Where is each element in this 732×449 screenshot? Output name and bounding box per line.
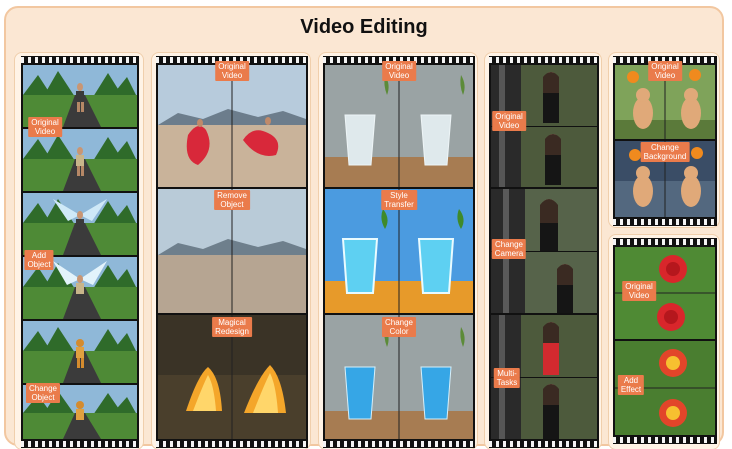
label-original-video: Original Video [28,117,62,137]
panel-beach: Original Video Remove Object Magical Redesi… [151,52,311,449]
beach-frame-original [158,65,306,187]
filmstrip-rose [613,238,717,444]
label-style-transfer: Style Transfer [381,190,417,210]
label-original-video: Original Video [215,61,249,81]
panel-runner: Original Video Add Object Change Object [14,52,144,449]
panel-rose: Original Video Add Effect [608,234,720,449]
film-perforation-bottom [156,441,308,447]
film-perforation-bottom [489,441,599,447]
glass-frame-original [325,65,473,187]
film-perforation-bottom [21,441,139,447]
label-change-color: Change Color [381,317,417,337]
label-remove-object: Remove Object [214,190,250,210]
label-change-object: Change Object [25,383,61,403]
filmstrip-beach [156,56,308,448]
film-perforation-top [489,57,599,63]
runner-frame-2 [23,129,137,191]
figure-title: Video Editing [300,16,428,38]
filmstrip-glass [323,56,475,448]
label-original-video: Original Video [492,111,526,131]
label-multi-tasks: Multi- Tasks [493,368,521,388]
panel-cat: Original Video Change Background [608,52,720,228]
video-editing-figure: Video Editing Original Video Add Object … [4,6,724,449]
film-perforation-bottom [613,219,717,225]
label-add-object: Add Object [24,250,54,270]
panel-woman: Original Video Change Camera Multi- Tasks [484,52,602,449]
label-original-video: Original Video [648,61,682,81]
panel-glass: Original Video Style Transfer Change Color [318,52,478,449]
film-perforation-top [21,57,139,63]
film-perforation-top [613,239,717,245]
label-original-video: Original Video [382,61,416,81]
film-perforation-bottom [323,441,475,447]
label-original-video: Original Video [622,281,656,301]
filmstrip-cat [613,56,717,226]
label-add-effect: Add Effect [617,375,645,395]
runner-frame-5 [23,321,137,383]
label-change-camera: Change Camera [491,239,527,259]
runner-frame-3 [23,193,137,255]
label-magical-redesign: Magical Redesign [212,317,252,337]
label-change-background: Change Background [640,142,690,162]
film-perforation-bottom [613,437,717,443]
